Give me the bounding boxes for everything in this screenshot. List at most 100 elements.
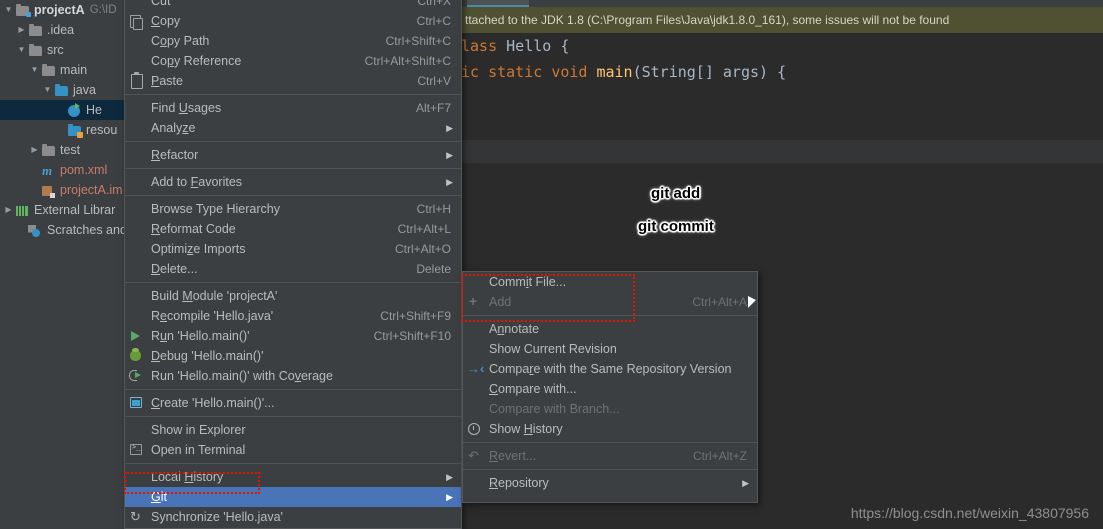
tree-item-idea[interactable]: ▶ .idea [0,20,140,40]
git-menu-item-repository[interactable]: Repository ▶ [463,473,757,493]
tree-item-label: .idea [47,23,75,37]
menu-item-analyze[interactable]: Analyze ▶ [125,118,461,138]
chevron-right-icon[interactable]: ▶ [2,200,15,220]
menu-item-paste[interactable]: Paste Ctrl+V [125,71,461,91]
menu-item-build-module-projecta[interactable]: Build Module 'projectA' [125,286,461,306]
tree-item-label: He [86,103,102,117]
menu-separator [125,195,461,196]
git-menu-item-compare-with-the-same-repository-version[interactable]: →‹ Compare with the Same Repository Versi… [463,359,757,379]
ide-window: ▼ projectA G:\ID ▶ .idea ▼ src ▼ main ▼ java He reso… [0,0,1103,529]
folder-icon [28,43,43,57]
chevron-down-icon[interactable]: ▼ [2,0,15,20]
menu-item-delete[interactable]: Delete... Delete [125,259,461,279]
menu-item-refactor[interactable]: Refactor ▶ [125,145,461,165]
menu-item-copy-path[interactable]: Copy Path Ctrl+Shift+C [125,31,461,51]
git-menu-item-show-current-revision[interactable]: Show Current Revision [463,339,757,359]
compare-icon: →‹ [467,361,485,376]
tree-item-java[interactable]: ▼ java [0,80,140,100]
tree-item-src[interactable]: ▼ src [0,40,140,60]
menu-item-create-hello-main[interactable]: Create 'Hello.main()'... [125,393,461,413]
menu-item-show-in-explorer[interactable]: Show in Explorer [125,420,461,440]
menu-item-shortcut: Alt+F7 [415,101,451,115]
menu-item-browse-type-hierarchy[interactable]: Browse Type Hierarchy Ctrl+H [125,199,461,219]
tree-item-label: java [73,83,96,97]
chevron-down-icon[interactable]: ▼ [41,80,54,100]
menu-item-copy[interactable]: Copy Ctrl+C [125,11,461,31]
tree-item-scratches-and[interactable]: Scratches and [0,220,140,240]
menu-icon-slot [125,467,151,487]
tree-item-projecta[interactable]: ▼ projectA G:\ID [0,0,140,20]
tree-item-label: pom.xml [60,163,108,177]
tree-item-projecta-im[interactable]: projectA.im [0,180,140,200]
git-menu-item-compare-with-branch: Compare with Branch... [463,399,757,419]
tree-item-he[interactable]: He [0,100,140,120]
menu-separator [125,463,461,464]
menu-item-copy-reference[interactable]: Copy Reference Ctrl+Alt+Shift+C [125,51,461,71]
menu-item-debug-hello-main[interactable]: Debug 'Hello.main()' [125,346,461,366]
menu-icon-slot [125,98,151,118]
menu-item-shortcut: Ctrl+V [417,74,451,88]
editor-tab-active[interactable] [467,0,529,7]
menu-item-shortcut: Ctrl+Shift+C [385,34,451,48]
menu-item-shortcut: Ctrl+Alt+Z [692,449,747,463]
menu-item-label: Compare with... [489,382,577,396]
tree-item-external-librar[interactable]: ▶ External Librar [0,200,140,220]
git-menu-item-compare-with[interactable]: Compare with... [463,379,757,399]
menu-icon-slot [125,31,151,51]
menu-icon-slot [463,319,489,339]
tree-item-pom-xml[interactable]: m pom.xml [0,160,140,180]
menu-item-label: Show Current Revision [489,342,617,356]
project-tree-panel[interactable]: ▼ projectA G:\ID ▶ .idea ▼ src ▼ main ▼ java He reso… [0,0,140,529]
terminal-icon [125,440,151,460]
folder-icon [41,143,56,157]
menu-item-label: Show in Explorer [151,423,246,437]
menu-item-local-history[interactable]: Local History ▶ [125,467,461,487]
menu-separator [125,282,461,283]
menu-item-synchronize-hello-java[interactable]: ↻ Synchronize 'Hello.java' [125,507,461,527]
menu-item-optimize-imports[interactable]: Optimize Imports Ctrl+Alt+O [125,239,461,259]
debug-icon [125,346,151,366]
copy-icon [125,11,151,31]
tree-item-test[interactable]: ▶ test [0,140,140,160]
menu-separator [463,469,757,470]
menu-item-label: Commit File... [489,275,567,289]
menu-item-find-usages[interactable]: Find Usages Alt+F7 [125,98,461,118]
git-menu-item-commit-file[interactable]: Commit File... [463,272,757,292]
submenu-arrow-icon: ▶ [446,492,453,502]
menu-item-label: Paste [151,74,183,88]
menu-icon-slot [125,286,151,306]
chevron-right-icon[interactable]: ▶ [28,140,41,160]
run-icon [125,326,151,346]
mouse-cursor-icon [748,296,756,308]
menu-item-open-in-terminal[interactable]: Open in Terminal [125,440,461,460]
java-class-icon [67,102,82,117]
chevron-right-icon[interactable]: ▶ [15,20,28,40]
menu-item-add-to-favorites[interactable]: Add to Favorites ▶ [125,172,461,192]
menu-item-label: Delete... [151,262,198,276]
git-menu-item-show-history[interactable]: Show History [463,419,757,439]
menu-item-run-hello-main-with-coverage[interactable]: Run 'Hello.main()' with Coverage [125,366,461,386]
git-submenu[interactable]: Commit File... + Add Ctrl+Alt+A Annotate Show… [462,271,758,503]
menu-item-git[interactable]: Git ▶ [125,487,461,507]
menu-item-label: Debug 'Hello.main()' [151,349,264,363]
menu-item-cut[interactable]: Cut Ctrl+X [125,0,461,11]
chevron-down-icon[interactable]: ▼ [15,40,28,60]
menu-item-label: Copy Path [151,34,210,48]
submenu-arrow-icon: ▶ [742,478,749,488]
menu-item-recompile-hello-java[interactable]: Recompile 'Hello.java' Ctrl+Shift+F9 [125,306,461,326]
folder-icon [41,63,56,77]
tree-item-main[interactable]: ▼ main [0,60,140,80]
code-brace-open: { [551,37,570,55]
tree-item-resou[interactable]: resou [0,120,140,140]
menu-icon-slot [463,399,489,419]
submenu-arrow-icon: ▶ [446,150,453,160]
git-menu-item-annotate[interactable]: Annotate [463,319,757,339]
menu-icon-slot [125,259,151,279]
submenu-arrow-icon: ▶ [446,123,453,133]
create-config-icon [125,393,151,413]
file-context-menu[interactable]: Cut Ctrl+X Copy Ctrl+C Copy Path Ctrl+Shift+C… [124,0,462,529]
menu-separator [125,94,461,95]
menu-item-run-hello-main[interactable]: Run 'Hello.main()' Ctrl+Shift+F10 [125,326,461,346]
chevron-down-icon[interactable]: ▼ [28,60,41,80]
menu-item-reformat-code[interactable]: Reformat Code Ctrl+Alt+L [125,219,461,239]
